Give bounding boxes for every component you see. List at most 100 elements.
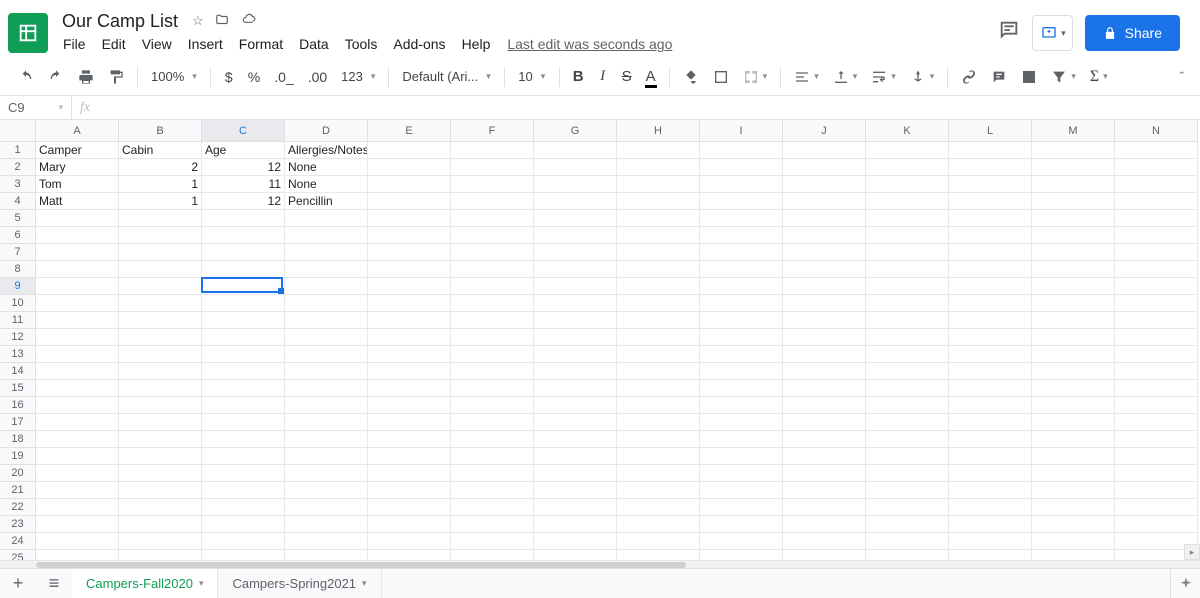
cell[interactable] <box>285 380 368 397</box>
cell[interactable] <box>534 159 617 176</box>
cell[interactable]: None <box>285 176 368 193</box>
column-header[interactable]: H <box>617 120 700 142</box>
cell[interactable] <box>119 261 202 278</box>
cell[interactable] <box>1115 176 1198 193</box>
cell[interactable] <box>534 414 617 431</box>
cell[interactable] <box>534 193 617 210</box>
cell[interactable] <box>866 465 949 482</box>
cell[interactable] <box>119 499 202 516</box>
cell[interactable] <box>949 159 1032 176</box>
menu-help[interactable]: Help <box>455 34 498 54</box>
cell[interactable] <box>866 176 949 193</box>
cell[interactable] <box>36 261 119 278</box>
cell[interactable] <box>1032 295 1115 312</box>
cell[interactable] <box>700 329 783 346</box>
row-header[interactable]: 21 <box>0 482 36 499</box>
cell[interactable] <box>1032 176 1115 193</box>
cell[interactable] <box>700 448 783 465</box>
cell[interactable] <box>783 482 866 499</box>
row-header[interactable]: 15 <box>0 380 36 397</box>
row-header[interactable]: 2 <box>0 159 36 176</box>
cell[interactable] <box>534 431 617 448</box>
cell[interactable] <box>700 244 783 261</box>
cell[interactable] <box>202 329 285 346</box>
cell[interactable] <box>866 278 949 295</box>
document-title[interactable]: Our Camp List <box>56 10 184 33</box>
cell[interactable] <box>368 244 451 261</box>
cell[interactable] <box>368 533 451 550</box>
cell[interactable] <box>700 210 783 227</box>
text-rotation-button[interactable] <box>904 64 941 90</box>
cell[interactable] <box>36 380 119 397</box>
cell[interactable] <box>368 278 451 295</box>
cell[interactable] <box>866 397 949 414</box>
cell[interactable] <box>1032 312 1115 329</box>
cell[interactable] <box>617 363 700 380</box>
cell[interactable] <box>36 550 119 560</box>
cell[interactable] <box>534 176 617 193</box>
cell[interactable] <box>368 482 451 499</box>
column-header[interactable]: I <box>700 120 783 142</box>
menu-tools[interactable]: Tools <box>338 34 385 54</box>
cell[interactable] <box>700 278 783 295</box>
cell[interactable] <box>202 499 285 516</box>
print-button[interactable] <box>72 64 100 90</box>
row-header[interactable]: 20 <box>0 465 36 482</box>
cell[interactable] <box>534 329 617 346</box>
column-header[interactable]: B <box>119 120 202 142</box>
column-header[interactable]: F <box>451 120 534 142</box>
cell[interactable]: 1 <box>119 176 202 193</box>
menu-addons[interactable]: Add-ons <box>386 34 452 54</box>
cell[interactable] <box>451 193 534 210</box>
cell[interactable] <box>700 499 783 516</box>
cell[interactable] <box>119 482 202 499</box>
cell[interactable] <box>1032 329 1115 346</box>
share-button[interactable]: Share <box>1085 15 1180 51</box>
cell[interactable] <box>534 363 617 380</box>
cell[interactable] <box>783 499 866 516</box>
cell[interactable] <box>700 550 783 560</box>
cell[interactable] <box>1115 516 1198 533</box>
cell[interactable] <box>534 278 617 295</box>
cell[interactable] <box>119 380 202 397</box>
cell[interactable] <box>451 295 534 312</box>
cell[interactable] <box>285 414 368 431</box>
cell[interactable] <box>451 261 534 278</box>
cell[interactable] <box>202 482 285 499</box>
cell[interactable] <box>700 533 783 550</box>
cell[interactable]: Mary <box>36 159 119 176</box>
cell[interactable] <box>368 516 451 533</box>
cell[interactable] <box>866 210 949 227</box>
cell[interactable] <box>949 244 1032 261</box>
cell[interactable] <box>451 142 534 159</box>
cell[interactable] <box>949 278 1032 295</box>
cell[interactable] <box>202 295 285 312</box>
cell[interactable] <box>451 176 534 193</box>
cell[interactable] <box>451 414 534 431</box>
present-button[interactable]: ▾ <box>1032 15 1073 51</box>
cell[interactable] <box>36 278 119 295</box>
cell[interactable] <box>119 227 202 244</box>
cell[interactable] <box>36 397 119 414</box>
cell[interactable] <box>949 482 1032 499</box>
cell[interactable] <box>783 448 866 465</box>
cell[interactable] <box>1115 380 1198 397</box>
cell[interactable] <box>451 448 534 465</box>
cell[interactable] <box>534 227 617 244</box>
cell[interactable] <box>783 159 866 176</box>
cell[interactable] <box>866 550 949 560</box>
cell[interactable] <box>36 533 119 550</box>
cell[interactable] <box>700 312 783 329</box>
cell[interactable] <box>451 482 534 499</box>
cell[interactable] <box>1032 159 1115 176</box>
cell[interactable] <box>949 193 1032 210</box>
undo-button[interactable] <box>12 64 40 90</box>
cell[interactable] <box>368 465 451 482</box>
row-header[interactable]: 16 <box>0 397 36 414</box>
cell[interactable] <box>949 465 1032 482</box>
cell[interactable] <box>617 244 700 261</box>
row-header[interactable]: 19 <box>0 448 36 465</box>
cell[interactable] <box>202 431 285 448</box>
cell[interactable]: 12 <box>202 159 285 176</box>
cell[interactable] <box>617 278 700 295</box>
